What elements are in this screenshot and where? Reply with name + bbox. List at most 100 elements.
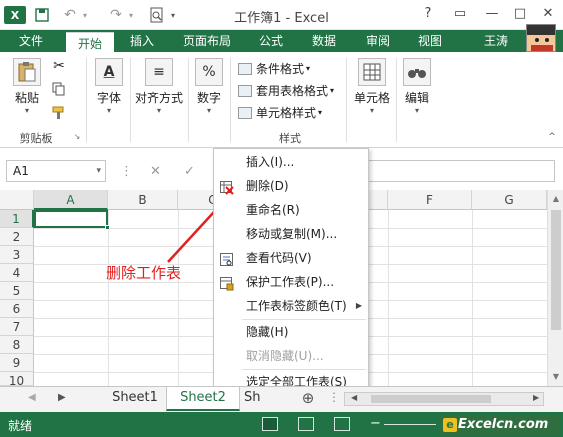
table-format-label: 套用表格格式 <box>256 84 329 98</box>
sheet-tab[interactable]: Sheet1 <box>104 387 166 411</box>
watermark-text: Excelcn.com <box>458 417 549 432</box>
sheet-tab[interactable]: Sh <box>244 387 270 411</box>
row-header[interactable]: 2 <box>0 228 34 246</box>
watermark-logo-icon: e <box>443 418 457 432</box>
font-dropdown-icon[interactable]: ▾ <box>92 106 126 115</box>
row-header[interactable]: 7 <box>0 318 34 336</box>
page-layout-view-button[interactable] <box>298 417 314 431</box>
scroll-left-icon[interactable]: ◀ <box>351 393 357 402</box>
conditional-format-icon <box>238 62 252 75</box>
row-header[interactable]: 9 <box>0 354 34 372</box>
sheet-tab-bar: ◀ ▶ Sheet1 Sheet2 Sh ⊕ ⋮ ◀ ▶ <box>0 386 563 412</box>
clipboard-icon <box>13 58 41 86</box>
user-name[interactable]: 王涛 <box>484 30 508 52</box>
scroll-thumb[interactable] <box>551 210 561 330</box>
table-format-button[interactable]: 套用表格格式 ▾ <box>238 82 334 99</box>
next-sheet-icon[interactable]: ▶ <box>58 392 66 403</box>
alignment-button[interactable]: ≡ 对齐方式 ▾ <box>134 58 184 115</box>
number-button[interactable]: % 数字 ▾ <box>192 58 226 115</box>
column-header[interactable]: A <box>34 190 108 210</box>
tab-insert[interactable]: 插入 <box>122 30 162 52</box>
protect-sheet-icon <box>220 275 234 291</box>
active-cell[interactable] <box>34 210 110 230</box>
grid-line <box>472 210 473 386</box>
menu-item-move-copy[interactable]: 移动或复制(M)... <box>214 222 368 246</box>
prev-sheet-icon[interactable]: ◀ <box>28 392 36 403</box>
menu-item-delete[interactable]: 删除(D) <box>214 174 368 198</box>
row-header[interactable]: 10 <box>0 372 34 386</box>
sheet-tab-active[interactable]: Sheet2 <box>166 387 240 411</box>
row-header[interactable]: 3 <box>0 246 34 264</box>
tab-formulas[interactable]: 公式 <box>252 30 290 52</box>
menu-item-protect-sheet[interactable]: 保护工作表(P)... <box>214 270 368 294</box>
chevron-down-icon: ▾ <box>306 64 311 73</box>
scroll-right-icon[interactable]: ▶ <box>533 393 539 402</box>
column-header[interactable]: F <box>388 190 472 210</box>
menu-item-tab-color[interactable]: 工作表标签颜色(T) ▶ <box>214 294 368 318</box>
horizontal-scroll-thumb[interactable] <box>371 395 491 403</box>
ribbon-separator <box>230 58 231 142</box>
page-break-view-button[interactable] <box>334 417 350 431</box>
clipboard-launcher-icon[interactable]: ↘ <box>72 132 82 141</box>
chevron-down-icon[interactable]: ▾ <box>96 161 101 181</box>
row-header[interactable]: 1 <box>0 210 34 228</box>
maximize-button[interactable]: □ <box>510 6 530 21</box>
ribbon-display-button[interactable]: ▭ <box>450 6 470 21</box>
name-box-value: A1 <box>13 164 29 178</box>
format-painter-icon[interactable] <box>50 106 68 123</box>
alignment-dropdown-icon[interactable]: ▾ <box>134 106 184 115</box>
horizontal-scrollbar[interactable]: ◀ ▶ <box>344 392 544 406</box>
tab-data[interactable]: 数据 <box>304 30 344 52</box>
cut-icon[interactable]: ✂ <box>50 58 68 74</box>
row-header[interactable]: 4 <box>0 264 34 282</box>
table-format-icon <box>238 84 252 97</box>
menu-item-insert[interactable]: 插入(I)... <box>214 150 368 174</box>
vertical-scrollbar[interactable]: ▲ ▼ <box>547 190 563 386</box>
copy-icon[interactable] <box>50 82 68 99</box>
cells-dropdown-icon[interactable]: ▾ <box>350 106 394 115</box>
tab-home[interactable]: 开始 <box>66 32 114 54</box>
submenu-arrow-icon: ▶ <box>355 301 362 310</box>
menu-item-label: 移动或复制(M)... <box>246 227 338 241</box>
close-button[interactable]: ✕ <box>538 6 558 21</box>
zoom-slider-track[interactable] <box>384 424 436 425</box>
row-header[interactable]: 5 <box>0 282 34 300</box>
chevron-down-icon: ▾ <box>330 86 335 95</box>
menu-item-label: 重命名(R) <box>246 203 300 217</box>
tab-file[interactable]: 文件 <box>6 30 56 52</box>
row-header[interactable]: 8 <box>0 336 34 354</box>
menu-item-rename[interactable]: 重命名(R) <box>214 198 368 222</box>
menu-item-hide[interactable]: 隐藏(H) <box>214 320 368 344</box>
row-header[interactable]: 6 <box>0 300 34 318</box>
editing-dropdown-icon[interactable]: ▾ <box>400 106 434 115</box>
normal-view-button[interactable] <box>262 417 278 431</box>
user-avatar[interactable] <box>526 24 556 52</box>
cells-label: 单元格 <box>353 91 390 105</box>
paste-dropdown-icon[interactable]: ▾ <box>10 106 44 115</box>
sheet-bar-grip-icon[interactable]: ⋮ <box>328 390 340 404</box>
conditional-format-button[interactable]: 条件格式 ▾ <box>238 60 310 77</box>
menu-item-view-code[interactable]: 查看代码(V) <box>214 246 368 270</box>
font-button[interactable]: A 字体 ▾ <box>92 58 126 115</box>
cell-styles-button[interactable]: 单元格样式 ▾ <box>238 104 322 121</box>
formula-bar-grip-icon: ⋮ <box>120 164 133 179</box>
cells-button[interactable]: 单元格 ▾ <box>350 58 394 115</box>
paste-button[interactable]: 粘贴 ▾ <box>10 58 44 115</box>
number-dropdown-icon[interactable]: ▾ <box>192 106 226 115</box>
tab-review[interactable]: 审阅 <box>358 30 398 52</box>
tab-view[interactable]: 视图 <box>410 30 450 52</box>
help-button[interactable]: ? <box>418 6 438 21</box>
ribbon-separator <box>396 58 397 142</box>
add-sheet-button[interactable]: ⊕ <box>298 387 318 411</box>
column-header[interactable]: G <box>472 190 547 210</box>
minimize-button[interactable]: — <box>482 6 502 21</box>
scroll-down-icon[interactable]: ▼ <box>548 372 563 381</box>
select-all-corner[interactable] <box>0 190 34 210</box>
tab-page-layout[interactable]: 页面布局 <box>176 30 238 52</box>
scroll-up-icon[interactable]: ▲ <box>548 194 563 203</box>
name-box[interactable]: A1 ▾ <box>6 160 106 182</box>
collapse-ribbon-icon[interactable]: ^ <box>546 132 558 142</box>
fill-handle[interactable] <box>105 225 110 230</box>
zoom-out-button[interactable]: − <box>370 416 381 431</box>
editing-button[interactable]: 编辑 ▾ <box>400 58 434 115</box>
